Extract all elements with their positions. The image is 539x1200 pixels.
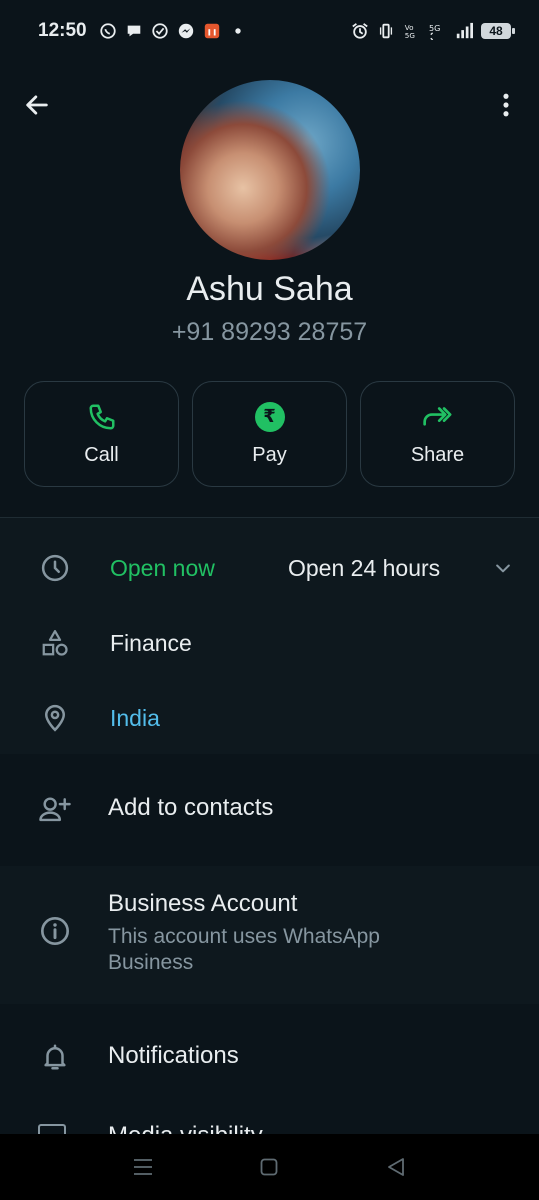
whatsapp-icon <box>99 23 116 39</box>
business-location[interactable]: India <box>110 705 160 732</box>
check-circle-icon <box>151 23 168 39</box>
share-label: Share <box>410 443 465 466</box>
vibrate-icon <box>379 23 393 39</box>
notifications-label: Notifications <box>108 1042 239 1069</box>
business-account-title: Business Account <box>108 890 298 917</box>
call-button[interactable]: Call <box>24 381 179 487</box>
signal-icon <box>456 22 473 39</box>
wifi-5g-icon: 5G <box>429 23 440 40</box>
status-time: 12:50 <box>38 20 87 41</box>
clock-icon <box>38 551 72 585</box>
info-icon <box>38 914 72 948</box>
location-row[interactable]: India <box>0 698 539 738</box>
share-icon <box>422 406 451 426</box>
home-button[interactable] <box>249 1147 289 1187</box>
svg-text:5G: 5G <box>405 31 415 40</box>
category-icon <box>38 626 72 660</box>
open-status: Open now <box>110 554 215 581</box>
action-buttons: Call ₹ Pay Share <box>24 381 515 487</box>
rupee-icon: ₹ <box>254 401 285 432</box>
add-contact-section[interactable]: Add to contacts <box>0 754 539 866</box>
more-options-button[interactable] <box>487 86 525 124</box>
battery-indicator: 48 <box>481 23 515 39</box>
menu-icon <box>134 1159 153 1175</box>
home-square-icon <box>261 1158 278 1176</box>
contact-phone: +91 89293 28757 <box>171 318 368 346</box>
opening-hours: Open 24 hours <box>288 554 441 581</box>
messenger-icon <box>178 23 193 39</box>
recents-button[interactable] <box>123 1147 163 1187</box>
business-category: Finance <box>110 629 192 656</box>
chevron-down-icon[interactable] <box>491 556 515 580</box>
add-to-contacts-label: Add to contacts <box>108 794 274 821</box>
back-nav-button[interactable] <box>376 1147 416 1187</box>
chat-bubble-icon <box>127 25 140 37</box>
contact-name: Ashu Saha <box>186 270 353 308</box>
pay-button[interactable]: ₹ Pay <box>192 381 347 487</box>
volte-icon: Vo5G <box>405 23 415 40</box>
business-account-section[interactable]: Business Account This account uses Whats… <box>0 866 539 1004</box>
system-nav-bar <box>0 1134 539 1200</box>
triangle-back-icon <box>387 1158 404 1176</box>
media-icon <box>38 1124 66 1134</box>
more-vert-icon <box>503 93 509 117</box>
app-icon <box>204 23 219 39</box>
location-pin-icon <box>38 701 72 735</box>
status-bar: 12:50 Vo 5G 5G 48 <box>0 0 539 62</box>
back-button[interactable] <box>18 86 56 124</box>
arrow-back-icon <box>26 95 48 115</box>
profile-avatar[interactable] <box>180 80 360 260</box>
media-visibility-label[interactable]: Media visibility <box>108 1122 263 1134</box>
pay-label: Pay <box>252 443 287 466</box>
call-label: Call <box>84 443 119 466</box>
share-button[interactable]: Share <box>360 381 515 487</box>
phone-icon <box>89 404 114 429</box>
dot-icon <box>234 28 241 34</box>
person-add-icon <box>38 792 72 826</box>
business-account-subtitle: This account uses WhatsApp Business <box>108 925 380 974</box>
category-row: Finance <box>0 623 539 663</box>
hours-row[interactable]: Open now Open 24 hours <box>0 548 539 588</box>
business-info-section: Open now Open 24 hours Finance India <box>0 518 539 754</box>
notifications-section[interactable]: Notifications <box>0 1004 539 1134</box>
bell-icon <box>38 1040 72 1074</box>
svg-text:5G: 5G <box>429 23 440 33</box>
alarm-icon <box>352 23 368 39</box>
